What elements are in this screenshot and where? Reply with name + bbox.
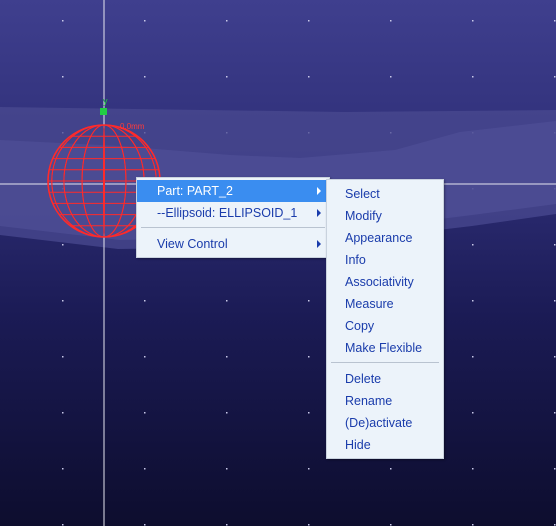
- grid-dot: [308, 412, 310, 414]
- grid-dots: [62, 20, 556, 526]
- grid-dot: [144, 20, 146, 22]
- submenu-item-associativity[interactable]: Associativity: [327, 271, 443, 293]
- grid-dot: [308, 468, 310, 470]
- triad-y-marker: [100, 108, 107, 115]
- grid-dot: [390, 468, 392, 470]
- grid-dot: [308, 356, 310, 358]
- triad-y-label: y: [103, 96, 108, 106]
- grid-dot: [144, 76, 146, 78]
- grid-dot: [226, 412, 228, 414]
- submenu-item-rename[interactable]: Rename: [327, 390, 443, 412]
- grid-dot: [62, 468, 64, 470]
- grid-dot: [390, 524, 392, 526]
- grid-dot: [308, 76, 310, 78]
- menu-item-part[interactable]: Part: PART_2: [137, 180, 329, 202]
- submenu-item-select[interactable]: Select: [327, 183, 443, 205]
- grid-dot: [554, 356, 556, 358]
- grid-dot: [554, 244, 556, 246]
- grid-dot: [472, 468, 474, 470]
- scene-canvas: y 0.0mm: [0, 0, 556, 526]
- submenu-arrow-icon: [317, 187, 321, 195]
- grid-dot: [554, 524, 556, 526]
- menu-item-ellipsoid-label: --Ellipsoid: ELLIPSOID_1: [157, 206, 298, 220]
- grid-dot: [62, 412, 64, 414]
- submenu-item-appearance[interactable]: Appearance: [327, 227, 443, 249]
- menu-item-view-control[interactable]: View Control: [137, 233, 329, 255]
- grid-dot: [554, 76, 556, 78]
- grid-dot: [226, 524, 228, 526]
- submenu-item-copy[interactable]: Copy: [327, 315, 443, 337]
- grid-dot: [226, 468, 228, 470]
- grid-dot: [62, 524, 64, 526]
- submenu-arrow-icon: [317, 209, 321, 217]
- part-submenu: Select Modify Appearance Info Associativ…: [326, 179, 444, 459]
- submenu-item-make-flexible[interactable]: Make Flexible: [327, 337, 443, 359]
- grid-dot: [144, 524, 146, 526]
- grid-dot: [472, 20, 474, 22]
- grid-dot: [554, 412, 556, 414]
- menu-item-ellipsoid[interactable]: --Ellipsoid: ELLIPSOID_1: [137, 202, 329, 224]
- graphics-viewport[interactable]: y 0.0mm Part: PART_2 --Ellipsoid: ELLIPS…: [0, 0, 556, 526]
- grid-dot: [144, 300, 146, 302]
- grid-dot: [554, 300, 556, 302]
- grid-dot: [472, 300, 474, 302]
- grid-dot: [62, 300, 64, 302]
- grid-dot: [472, 524, 474, 526]
- grid-dot: [308, 524, 310, 526]
- grid-dot: [62, 76, 64, 78]
- grid-dot: [308, 300, 310, 302]
- submenu-item-deactivate[interactable]: (De)activate: [327, 412, 443, 434]
- grid-dot: [554, 20, 556, 22]
- grid-dot: [390, 20, 392, 22]
- grid-dot: [226, 20, 228, 22]
- grid-dot: [390, 76, 392, 78]
- grid-dot: [554, 468, 556, 470]
- submenu-item-hide[interactable]: Hide: [327, 434, 443, 456]
- grid-dot: [144, 468, 146, 470]
- submenu-item-delete[interactable]: Delete: [327, 368, 443, 390]
- grid-dot: [308, 20, 310, 22]
- grid-dot: [62, 20, 64, 22]
- menu-item-view-control-label: View Control: [157, 237, 228, 251]
- submenu-item-info[interactable]: Info: [327, 249, 443, 271]
- submenu-separator: [331, 362, 439, 363]
- menu-separator: [141, 227, 325, 228]
- submenu-arrow-icon: [317, 240, 321, 248]
- grid-dot: [62, 356, 64, 358]
- grid-dot: [226, 356, 228, 358]
- grid-dot: [472, 356, 474, 358]
- grid-dot: [472, 244, 474, 246]
- grid-dot: [226, 76, 228, 78]
- grid-dot: [472, 76, 474, 78]
- grid-dot: [62, 244, 64, 246]
- dimension-label: 0.0mm: [120, 122, 145, 131]
- context-menu: Part: PART_2 --Ellipsoid: ELLIPSOID_1 Vi…: [136, 177, 330, 258]
- grid-dot: [144, 412, 146, 414]
- grid-dot: [226, 300, 228, 302]
- submenu-item-measure[interactable]: Measure: [327, 293, 443, 315]
- grid-dot: [144, 356, 146, 358]
- grid-dot: [472, 412, 474, 414]
- submenu-item-modify[interactable]: Modify: [327, 205, 443, 227]
- menu-item-part-label: Part: PART_2: [157, 184, 233, 198]
